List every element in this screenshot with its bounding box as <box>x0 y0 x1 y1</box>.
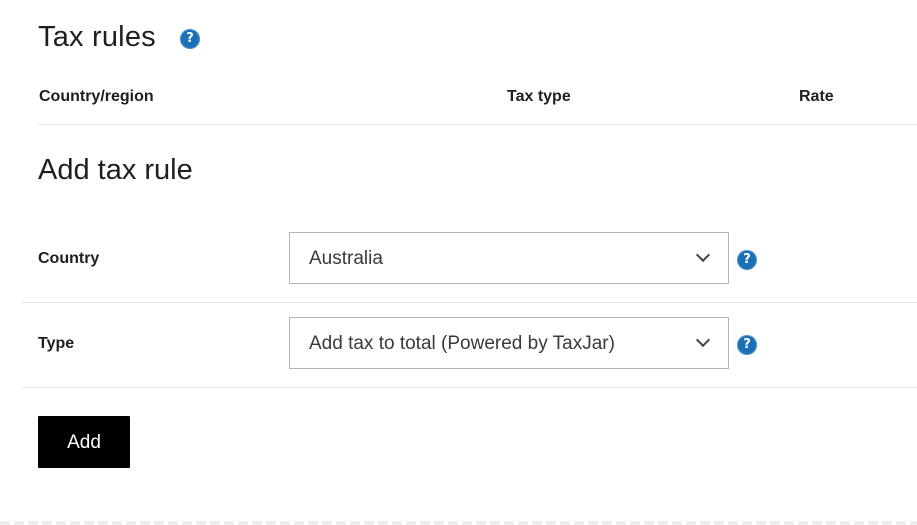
type-label: Type <box>38 335 75 352</box>
question-mark-icon[interactable]: ? <box>737 250 757 270</box>
type-select[interactable]: Add tax to total (Powered by TaxJar) <box>289 317 729 369</box>
page-title: Tax rules <box>38 21 156 53</box>
type-select-value: Add tax to total (Powered by TaxJar) <box>309 333 615 354</box>
column-header-tax-type: Tax type <box>507 88 571 105</box>
country-label: Country <box>38 250 100 267</box>
column-header-country: Country/region <box>39 88 154 105</box>
section-title: Add tax rule <box>38 154 193 186</box>
column-header-rate: Rate <box>799 88 834 105</box>
type-form-row: Type Add tax to total (Powered by TaxJar… <box>22 301 917 388</box>
table-divider <box>38 124 917 125</box>
bottom-divider <box>0 521 917 525</box>
country-select-value: Australia <box>309 248 383 269</box>
add-button[interactable]: Add <box>38 416 130 468</box>
chevron-down-icon <box>695 247 711 263</box>
question-mark-icon[interactable]: ? <box>737 335 757 355</box>
country-select[interactable]: Australia <box>289 232 729 284</box>
country-form-row: Country Australia <box>22 216 917 303</box>
question-mark-icon[interactable]: ? <box>180 29 200 49</box>
chevron-down-icon <box>695 332 711 348</box>
